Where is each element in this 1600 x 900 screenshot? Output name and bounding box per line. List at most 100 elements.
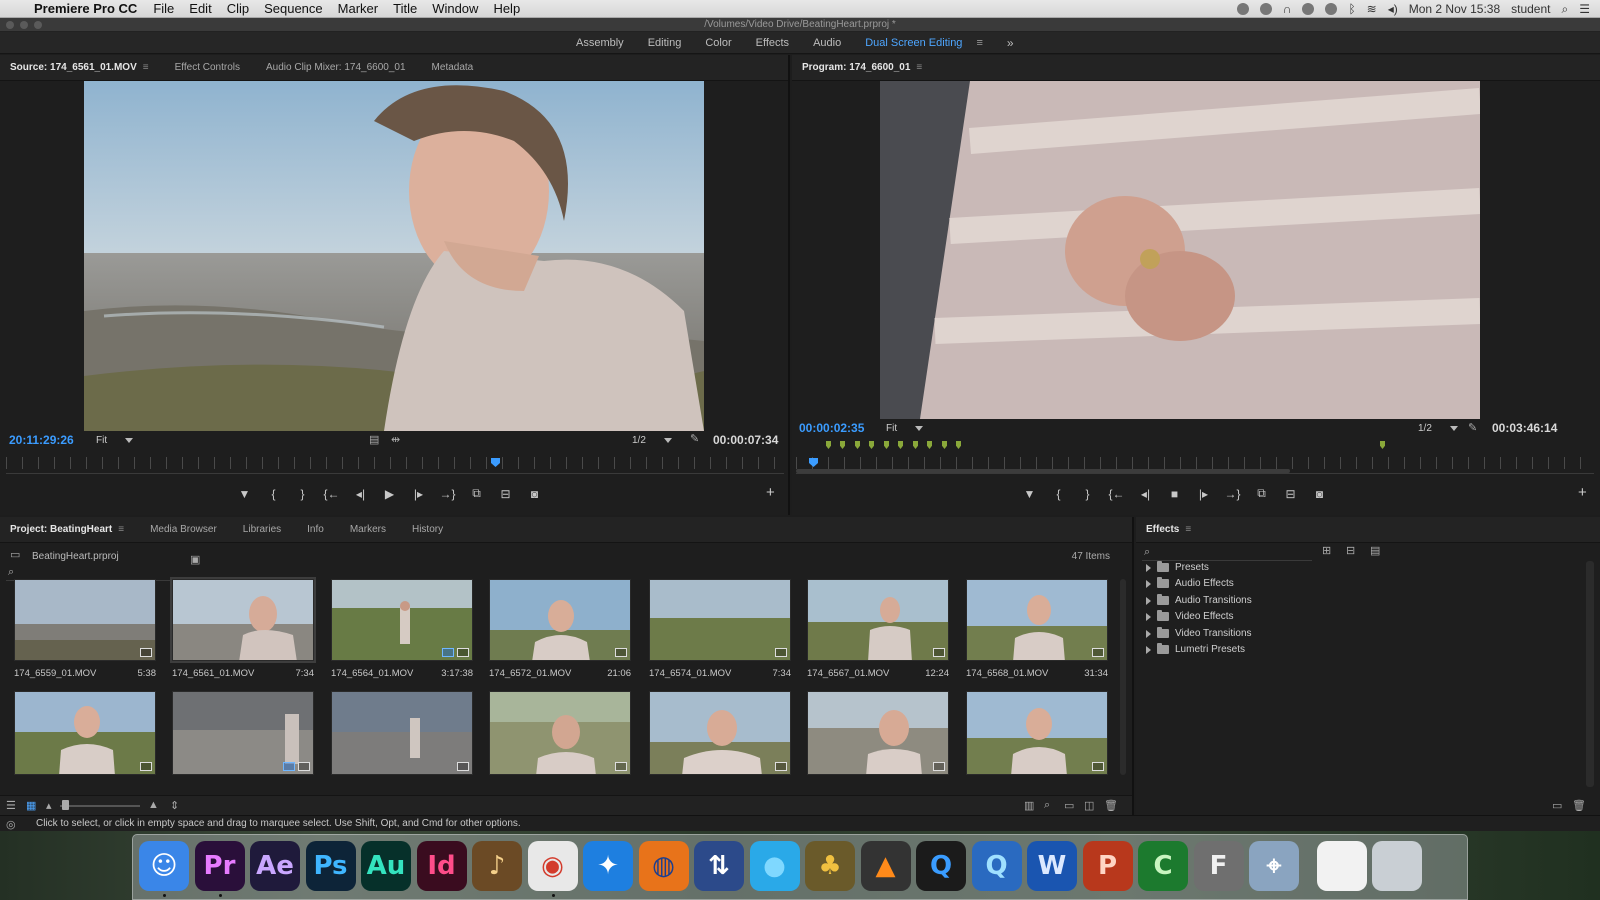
tab-media-browser[interactable]: Media Browser [140, 524, 233, 535]
program-resolution-select[interactable]: 1/2 [1418, 423, 1458, 434]
source-zoom-select[interactable]: Fit [96, 435, 134, 446]
tab-metadata[interactable]: Metadata [422, 62, 490, 73]
dock-document-icon[interactable] [1316, 841, 1367, 891]
overwrite-button[interactable]: ⊟ [491, 487, 520, 501]
effects-folder-presets[interactable]: Presets [1146, 561, 1209, 573]
marker[interactable] [898, 441, 903, 449]
clip-thumbnail-selected[interactable] [170, 577, 316, 663]
tab-project[interactable]: Project: BeatingHeart ≡ [0, 524, 140, 535]
workspace-overflow-icon[interactable]: » [1007, 36, 1014, 50]
button-editor-add-icon[interactable]: + [766, 484, 775, 501]
effects-search-input[interactable]: ⌕ [1142, 545, 1312, 561]
tab-effects[interactable]: Effects ≡ [1136, 524, 1207, 535]
menu-app-name[interactable]: Premiere Pro CC [34, 1, 137, 16]
clip-thumbnail[interactable] [489, 579, 631, 661]
marker[interactable] [884, 441, 889, 449]
clip-thumbnail[interactable] [649, 579, 791, 661]
tab-source[interactable]: Source: 174_6561_01.MOV ≡ [0, 62, 165, 73]
disclosure-triangle-icon[interactable] [1146, 645, 1151, 654]
dock-trash-icon[interactable] [1372, 841, 1422, 891]
program-time-ruler[interactable] [796, 457, 1594, 469]
tab-program[interactable]: Program: 174_6600_01 ≡ [792, 62, 938, 73]
dock-vlc-icon[interactable]: ▲ [860, 841, 911, 891]
mark-out-button[interactable]: } [288, 487, 317, 501]
tab-effect-controls[interactable]: Effect Controls [165, 62, 256, 73]
marker[interactable] [840, 441, 845, 449]
clip-thumbnail[interactable] [649, 691, 791, 775]
wifi-icon[interactable]: ≋ [1367, 2, 1377, 16]
dock-indesign-icon[interactable]: Id [416, 841, 467, 891]
source-video-frame[interactable] [84, 81, 704, 431]
thumbnail-size-slider-handle[interactable] [62, 800, 69, 810]
clip-thumbnail[interactable] [172, 691, 314, 775]
zoom-in-icon[interactable]: ▲ [148, 799, 159, 811]
effects-folder-video-transitions[interactable]: Video Transitions [1146, 627, 1252, 639]
clip-thumbnail[interactable] [807, 579, 949, 661]
panel-menu-icon[interactable]: ≡ [916, 62, 922, 73]
disclosure-triangle-icon[interactable] [1146, 579, 1151, 588]
close-window-icon[interactable] [6, 21, 14, 29]
panel-menu-icon[interactable]: ≡ [1185, 524, 1191, 535]
marker[interactable] [869, 441, 874, 449]
dock-camtasia-icon[interactable]: C [1138, 841, 1188, 891]
add-marker-button[interactable]: ▼ [1015, 487, 1044, 501]
new-bin-icon[interactable]: ▭ [1064, 799, 1074, 812]
new-item-icon[interactable]: ◫ [1084, 799, 1094, 812]
marker[interactable] [855, 441, 860, 449]
disclosure-triangle-icon[interactable] [1146, 629, 1151, 638]
headphones-icon[interactable]: ∩ [1283, 2, 1292, 16]
mark-out-button[interactable]: } [1073, 487, 1102, 501]
zoom-window-icon[interactable] [34, 21, 42, 29]
sync-status-icon[interactable] [1259, 3, 1272, 15]
automate-to-sequence-icon[interactable]: ▥ [1024, 799, 1034, 812]
clip-thumbnail[interactable] [966, 691, 1108, 775]
effects-folder-video-effects[interactable]: Video Effects [1146, 610, 1234, 622]
dock-safari-icon[interactable]: ✦ [583, 841, 633, 891]
go-to-out-button[interactable]: →} [1218, 487, 1247, 501]
workspace-effects[interactable]: Effects [744, 37, 801, 49]
menu-title[interactable]: Title [393, 1, 417, 16]
creative-cloud-icon[interactable] [1236, 3, 1249, 15]
minimize-window-icon[interactable] [20, 21, 28, 29]
export-frame-button[interactable]: ◙ [1305, 487, 1334, 501]
workspace-assembly[interactable]: Assembly [564, 37, 636, 49]
panel-menu-icon[interactable]: ≡ [118, 524, 124, 535]
user-name[interactable]: student [1511, 2, 1550, 16]
clip-thumbnail[interactable] [14, 691, 156, 775]
status-icon[interactable] [1302, 3, 1315, 15]
dock-finder-icon[interactable]: ☺ [139, 841, 189, 891]
add-marker-button[interactable]: ▼ [230, 487, 259, 501]
source-resolution-select[interactable]: 1/2 [632, 435, 672, 446]
step-back-button[interactable]: ◂| [346, 487, 375, 501]
menu-help[interactable]: Help [493, 1, 520, 16]
dock-firefox-icon[interactable]: ◍ [638, 841, 689, 891]
zoom-out-icon[interactable]: ▴ [46, 799, 52, 812]
marker[interactable] [913, 441, 918, 449]
spotlight-icon[interactable]: ⌕ [1562, 2, 1569, 17]
effects-scrollbar[interactable] [1586, 561, 1594, 787]
menu-file[interactable]: File [153, 1, 174, 16]
effects-folder-audio-effects[interactable]: Audio Effects [1146, 577, 1234, 589]
tab-history[interactable]: History [402, 524, 459, 535]
menu-edit[interactable]: Edit [189, 1, 211, 16]
menu-sequence[interactable]: Sequence [264, 1, 323, 16]
list-view-icon[interactable]: ☰ [6, 799, 16, 812]
disclosure-triangle-icon[interactable] [1146, 596, 1151, 605]
marker[interactable] [927, 441, 932, 449]
menu-window[interactable]: Window [432, 1, 478, 16]
go-to-in-button[interactable]: {← [317, 487, 346, 501]
accelerated-effects-icon[interactable]: ⊞ [1322, 544, 1331, 557]
mark-in-button[interactable]: { [259, 487, 288, 501]
tab-audio-clip-mixer[interactable]: Audio Clip Mixer: 174_6600_01 [256, 62, 422, 73]
marker[interactable] [942, 441, 947, 449]
step-forward-button[interactable]: |▸ [404, 487, 433, 501]
source-timecode[interactable]: 20:11:29:26 [9, 433, 74, 447]
dock-after-effects-icon[interactable]: Ae [250, 841, 300, 891]
new-bin-from-search-icon[interactable]: ▣ [190, 553, 200, 566]
dock-powerpoint-icon[interactable]: P [1082, 841, 1133, 891]
extract-button[interactable]: ⊟ [1276, 487, 1305, 501]
dock-word-icon[interactable]: W [1027, 841, 1077, 891]
dock-preview-icon[interactable]: ⌖ [1249, 841, 1299, 891]
dock-bubble-icon[interactable]: ● [749, 841, 800, 891]
play-button[interactable]: ▶ [375, 487, 404, 501]
